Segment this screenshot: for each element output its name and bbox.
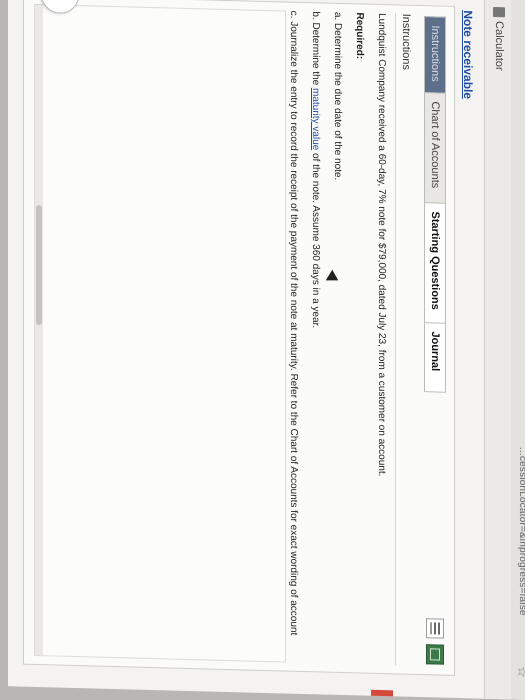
tab-starting-questions[interactable]: Starting Questions — [424, 202, 446, 331]
scrollbar-thumb[interactable] — [36, 204, 42, 326]
problem-panel: Instructions Chart of Accounts Starting … — [23, 0, 455, 676]
url-text[interactable]: ...cessionLocator=&inprogress=false — [517, 447, 525, 616]
requirement-b: b. Determine the maturity value of the n… — [308, 11, 322, 651]
requirement-a: a. Determine the due date of the note. — [332, 11, 343, 181]
calculator-label[interactable]: Calculator — [493, 21, 505, 71]
horizontal-scrollbar[interactable] — [35, 4, 43, 656]
divider — [395, 13, 396, 666]
requirement-b-start: b. Determine the — [310, 11, 321, 89]
calculator-bar: Calculator — [484, 0, 511, 700]
tab-bar: Instructions Chart of Accounts Starting … — [424, 16, 446, 393]
print-icon[interactable] — [426, 618, 444, 639]
instructions-heading: Instructions — [400, 13, 412, 71]
tab-instructions[interactable]: Instructions — [424, 16, 446, 99]
problem-intro: Lundquist Company received a 60-day, 7% … — [376, 12, 387, 477]
tab-chart-of-accounts[interactable]: Chart of Accounts — [424, 92, 446, 211]
screen: ...cessionLocator=&inprogress=false ☆ Ca… — [8, 0, 525, 700]
calculator-icon[interactable] — [493, 6, 505, 18]
browser-top-bar: ...cessionLocator=&inprogress=false ☆ — [510, 0, 525, 700]
star-icon[interactable]: ☆ — [514, 666, 525, 678]
required-label: Required: — [354, 12, 365, 60]
requirement-b-end: of the note. Assume 360 days in a year. — [310, 150, 321, 329]
tab-journal[interactable]: Journal — [424, 322, 446, 393]
alert-edge — [371, 689, 393, 697]
maturity-value-link[interactable]: maturity value — [310, 88, 321, 151]
page-title[interactable]: Note receivable — [461, 10, 475, 99]
spreadsheet-icon[interactable] — [426, 644, 444, 665]
content-pane[interactable] — [34, 3, 286, 663]
